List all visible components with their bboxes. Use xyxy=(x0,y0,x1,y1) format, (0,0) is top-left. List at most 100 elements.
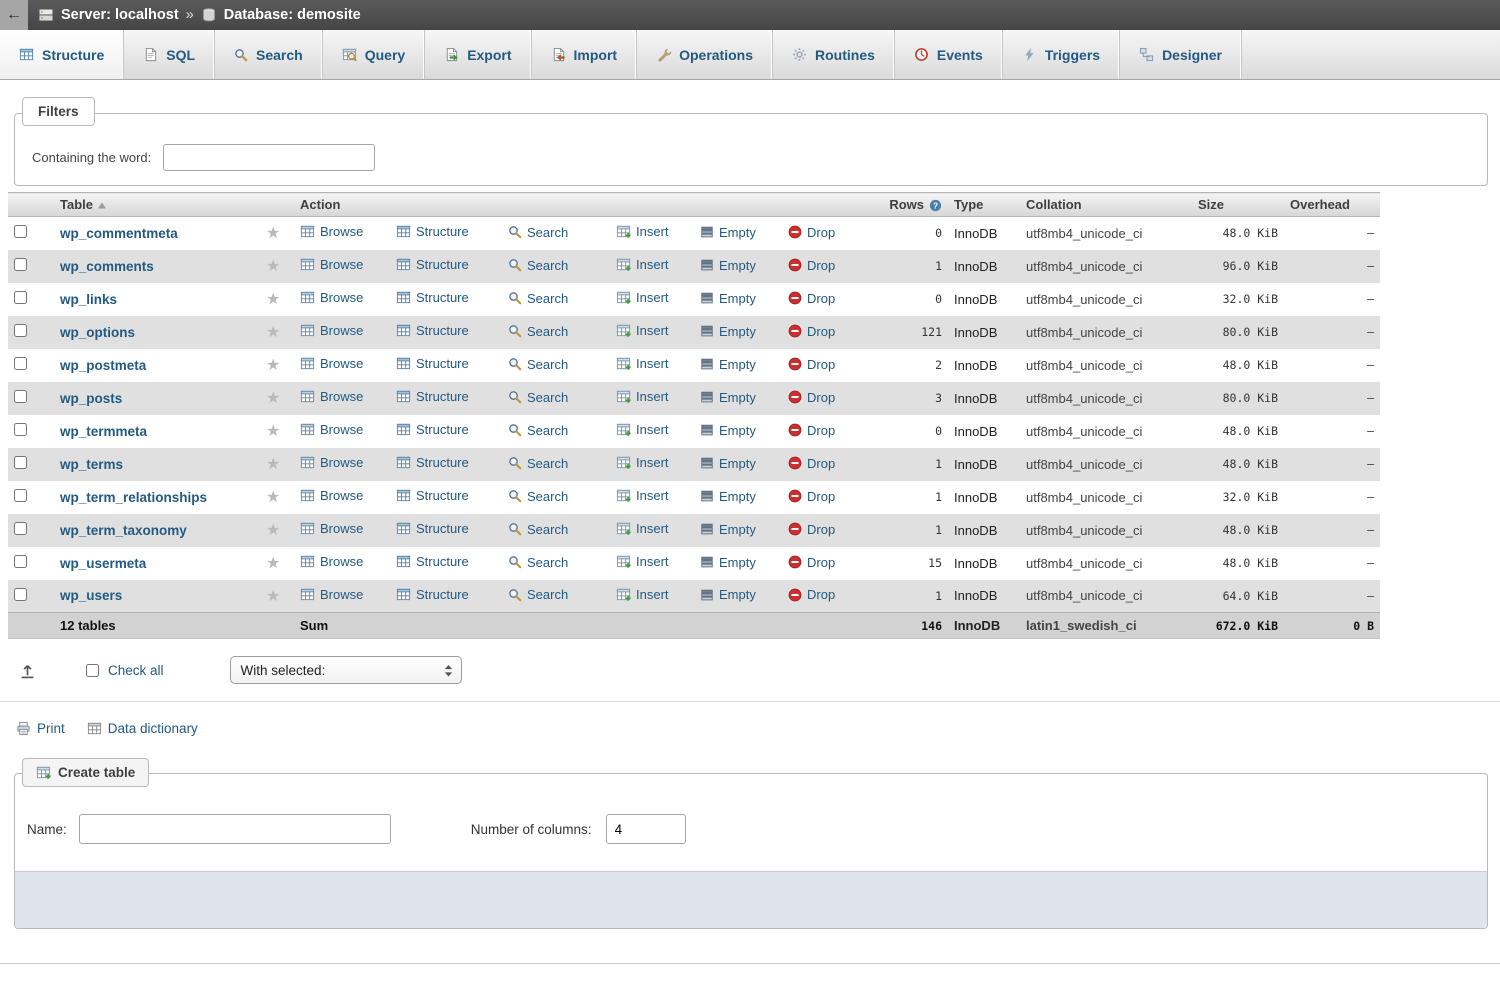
drop-action[interactable]: Drop xyxy=(788,357,848,372)
empty-action[interactable]: Empty xyxy=(700,324,788,339)
browse-action[interactable]: Browse xyxy=(300,323,396,338)
row-checkbox[interactable] xyxy=(14,258,27,271)
row-checkbox[interactable] xyxy=(14,291,27,304)
favorite-star-icon[interactable] xyxy=(266,456,280,473)
browse-action[interactable]: Browse xyxy=(300,488,396,503)
table-name-link[interactable]: wp_term_relationships xyxy=(60,490,207,505)
columns-count-input[interactable] xyxy=(606,814,686,844)
data-dictionary-link[interactable]: Data dictionary xyxy=(87,721,198,736)
search-action[interactable]: Search xyxy=(508,324,616,339)
browse-action[interactable]: Browse xyxy=(300,422,396,437)
drop-action[interactable]: Drop xyxy=(788,522,848,537)
table-name-link[interactable]: wp_usermeta xyxy=(60,556,146,571)
col-header-collation[interactable]: Collation xyxy=(1026,197,1082,212)
tab-events[interactable]: Events xyxy=(895,30,1003,79)
table-name-link[interactable]: wp_termmeta xyxy=(60,424,147,439)
browse-action[interactable]: Browse xyxy=(300,257,396,272)
search-action[interactable]: Search xyxy=(508,489,616,504)
insert-action[interactable]: Insert xyxy=(616,587,700,602)
row-checkbox[interactable] xyxy=(14,324,27,337)
tab-query[interactable]: Query xyxy=(323,30,425,79)
search-action[interactable]: Search xyxy=(508,225,616,240)
empty-action[interactable]: Empty xyxy=(700,456,788,471)
table-name-link[interactable]: wp_options xyxy=(60,325,135,340)
favorite-star-icon[interactable] xyxy=(266,423,280,440)
row-checkbox[interactable] xyxy=(14,555,27,568)
table-name-link[interactable]: wp_commentmeta xyxy=(60,226,178,241)
row-checkbox[interactable] xyxy=(14,456,27,469)
browse-action[interactable]: Browse xyxy=(300,389,396,404)
insert-action[interactable]: Insert xyxy=(616,422,700,437)
print-link[interactable]: Print xyxy=(16,721,65,736)
structure-action[interactable]: Structure xyxy=(396,587,508,602)
table-name-link[interactable]: wp_postmeta xyxy=(60,358,146,373)
row-checkbox[interactable] xyxy=(14,225,27,238)
containing-word-input[interactable] xyxy=(163,144,375,171)
insert-action[interactable]: Insert xyxy=(616,554,700,569)
drop-action[interactable]: Drop xyxy=(788,225,848,240)
empty-action[interactable]: Empty xyxy=(700,555,788,570)
favorite-star-icon[interactable] xyxy=(266,522,280,539)
search-action[interactable]: Search xyxy=(508,587,616,602)
browse-action[interactable]: Browse xyxy=(300,455,396,470)
search-action[interactable]: Search xyxy=(508,390,616,405)
insert-action[interactable]: Insert xyxy=(616,455,700,470)
structure-action[interactable]: Structure xyxy=(396,554,508,569)
table-name-link[interactable]: wp_posts xyxy=(60,391,122,406)
structure-action[interactable]: Structure xyxy=(396,224,508,239)
drop-action[interactable]: Drop xyxy=(788,291,848,306)
search-action[interactable]: Search xyxy=(508,555,616,570)
search-action[interactable]: Search xyxy=(508,258,616,273)
browse-action[interactable]: Browse xyxy=(300,587,396,602)
browse-action[interactable]: Browse xyxy=(300,554,396,569)
favorite-star-icon[interactable] xyxy=(266,324,280,341)
favorite-star-icon[interactable] xyxy=(266,588,280,605)
with-selected-dropdown[interactable]: With selected: xyxy=(230,656,462,684)
insert-action[interactable]: Insert xyxy=(616,224,700,239)
tab-operations[interactable]: Operations xyxy=(637,30,773,79)
tab-routines[interactable]: Routines xyxy=(773,30,895,79)
breadcrumb-server-link[interactable]: Server: localhost xyxy=(61,7,179,23)
row-checkbox[interactable] xyxy=(14,489,27,502)
search-action[interactable]: Search xyxy=(508,522,616,537)
structure-action[interactable]: Structure xyxy=(396,356,508,371)
col-header-size[interactable]: Size xyxy=(1198,197,1224,212)
empty-action[interactable]: Empty xyxy=(700,522,788,537)
row-checkbox[interactable] xyxy=(14,357,27,370)
empty-action[interactable]: Empty xyxy=(700,423,788,438)
check-all-label[interactable]: Check all xyxy=(108,663,164,678)
empty-action[interactable]: Empty xyxy=(700,225,788,240)
search-action[interactable]: Search xyxy=(508,357,616,372)
favorite-star-icon[interactable] xyxy=(266,357,280,374)
table-name-link[interactable]: wp_links xyxy=(60,292,117,307)
empty-action[interactable]: Empty xyxy=(700,258,788,273)
drop-action[interactable]: Drop xyxy=(788,489,848,504)
col-header-type[interactable]: Type xyxy=(954,197,983,212)
empty-action[interactable]: Empty xyxy=(700,357,788,372)
empty-action[interactable]: Empty xyxy=(700,291,788,306)
tab-sql[interactable]: SQL xyxy=(124,30,215,79)
favorite-star-icon[interactable] xyxy=(266,555,280,572)
tab-import[interactable]: Import xyxy=(532,30,638,79)
drop-action[interactable]: Drop xyxy=(788,324,848,339)
tab-structure[interactable]: Structure xyxy=(0,30,124,79)
search-action[interactable]: Search xyxy=(508,291,616,306)
col-header-rows[interactable]: Rows xyxy=(889,197,924,212)
insert-action[interactable]: Insert xyxy=(616,488,700,503)
favorite-star-icon[interactable] xyxy=(266,225,280,242)
table-name-link[interactable]: wp_users xyxy=(60,588,122,603)
structure-action[interactable]: Structure xyxy=(396,323,508,338)
row-checkbox[interactable] xyxy=(14,522,27,535)
browse-action[interactable]: Browse xyxy=(300,224,396,239)
insert-action[interactable]: Insert xyxy=(616,521,700,536)
favorite-star-icon[interactable] xyxy=(266,390,280,407)
browse-action[interactable]: Browse xyxy=(300,290,396,305)
table-name-link[interactable]: wp_comments xyxy=(60,259,154,274)
structure-action[interactable]: Structure xyxy=(396,422,508,437)
empty-action[interactable]: Empty xyxy=(700,390,788,405)
help-icon[interactable]: ? xyxy=(929,199,942,212)
table-name-link[interactable]: wp_terms xyxy=(60,457,123,472)
tab-export[interactable]: Export xyxy=(425,30,531,79)
tab-designer[interactable]: Designer xyxy=(1120,30,1242,79)
back-button[interactable]: ← xyxy=(0,0,28,30)
